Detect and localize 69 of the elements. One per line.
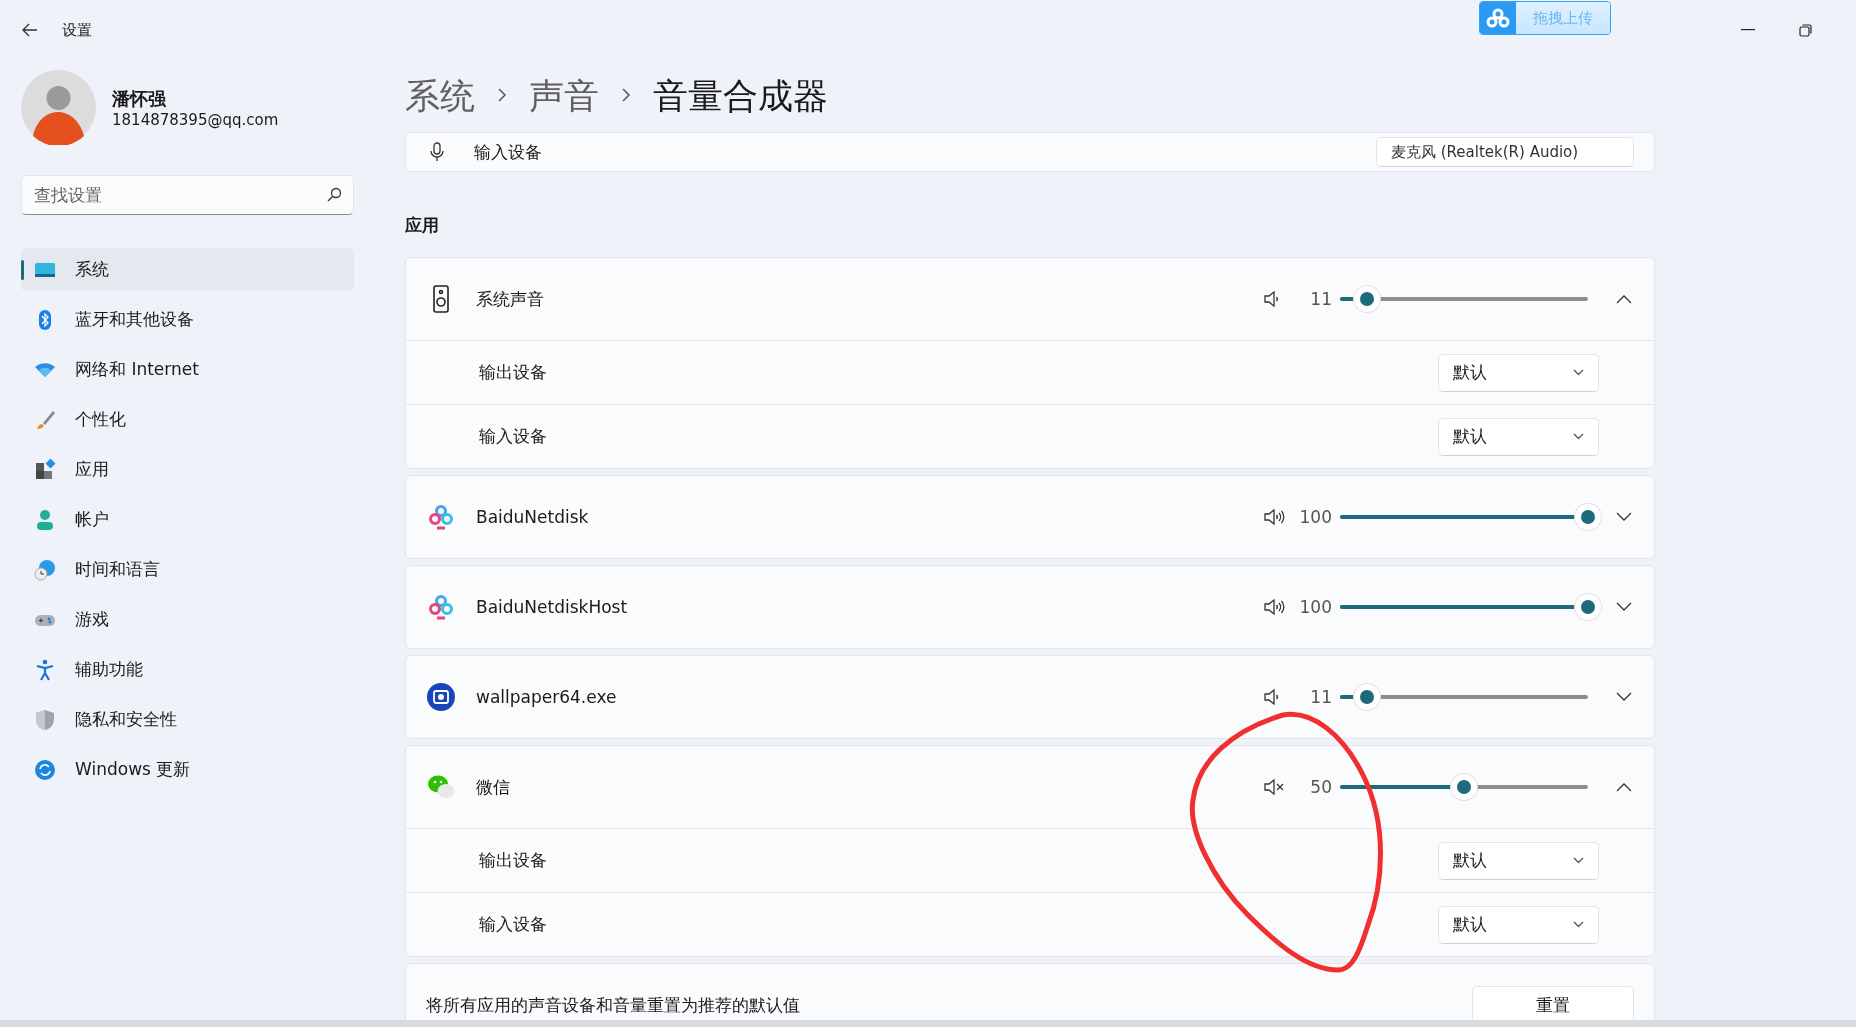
cloud-icon — [426, 592, 456, 622]
volume-reading: 100 — [1298, 597, 1332, 617]
sidebar-item[interactable]: 系统 — [21, 248, 354, 291]
sidebar-item[interactable]: 辅助功能 — [21, 648, 354, 691]
chevron-down-icon — [1573, 433, 1584, 440]
volume-icon[interactable] — [1264, 598, 1286, 616]
device-dropdown[interactable]: 默认 — [1438, 353, 1599, 392]
restore-icon[interactable] — [1799, 23, 1812, 37]
search-field[interactable]: 查找设置 — [21, 175, 354, 215]
sidebar-item[interactable]: 隐私和安全性 — [21, 698, 354, 741]
back-icon[interactable] — [22, 23, 38, 37]
search-icon[interactable] — [327, 187, 342, 202]
section-title: 应用 — [405, 214, 440, 237]
sync-icon — [34, 758, 56, 781]
reset-button[interactable]: 重置 — [1472, 986, 1634, 1020]
chevron-down-icon — [1573, 921, 1584, 928]
row-label: 输出设备 — [479, 849, 547, 872]
sidebar-item[interactable]: 时间和语言 — [21, 548, 354, 591]
chevron-down-icon[interactable] — [1616, 512, 1632, 522]
sidebar-item[interactable]: 个性化 — [21, 398, 354, 441]
row-label: 输入设备 — [474, 140, 542, 164]
app-name: BaiduNetdisk — [476, 507, 589, 527]
page-title: 音量合成器 — [653, 74, 828, 118]
selection-indicator — [21, 260, 24, 280]
cloud-icon — [1486, 8, 1510, 28]
row-label: 输入设备 — [479, 913, 547, 936]
volume-reading: 100 — [1298, 507, 1332, 527]
app-name: 微信 — [476, 775, 510, 799]
sidebar-item[interactable]: 蓝牙和其他设备 — [21, 298, 354, 341]
device-dropdown[interactable]: 默认 — [1438, 417, 1599, 456]
volume-reading: 50 — [1309, 777, 1332, 797]
app-name: wallpaper64.exe — [476, 687, 617, 707]
chevron-down-icon — [1573, 857, 1584, 864]
chevron-up-icon[interactable] — [1616, 294, 1632, 304]
chevron-up-icon[interactable] — [1616, 782, 1632, 792]
chevron-down-icon[interactable] — [1616, 692, 1632, 702]
sidebar-item[interactable]: 帐户 — [21, 498, 354, 541]
minimize-icon[interactable] — [1741, 29, 1755, 31]
microphone-icon — [428, 142, 446, 162]
brush-icon — [34, 408, 56, 431]
breadcrumb-link[interactable]: 声音 — [529, 72, 599, 120]
device-dropdown[interactable]: 麦克风 (Realtek(R) Audio) — [1376, 137, 1634, 167]
row-label: 输入设备 — [479, 425, 547, 448]
chevron-down-icon[interactable] — [1616, 602, 1632, 612]
cloud-icon — [426, 502, 456, 532]
sidebar-item[interactable]: 游戏 — [21, 598, 354, 641]
app-name: 系统声音 — [476, 287, 544, 311]
mute-icon[interactable] — [1264, 778, 1286, 796]
user-email: 1814878395@qq.com — [112, 110, 279, 129]
volume-reading: 11 — [1309, 289, 1332, 309]
app-name: BaiduNetdiskHost — [476, 597, 628, 617]
volume-icon[interactable] — [1264, 508, 1286, 526]
apps-icon — [34, 458, 56, 481]
sidebar-item[interactable]: Windows 更新 — [21, 748, 354, 791]
person-icon — [34, 508, 56, 531]
globe-clock-icon — [34, 558, 56, 581]
volume-reading: 11 — [1309, 687, 1332, 707]
device-dropdown[interactable]: 默认 — [1438, 905, 1599, 944]
window-title: 设置 — [62, 20, 92, 40]
user-name: 潘怀强 — [112, 86, 167, 111]
sidebar-item[interactable]: 网络和 Internet — [21, 348, 354, 391]
accessibility-icon — [34, 658, 56, 681]
sidebar-item[interactable]: 应用 — [21, 448, 354, 491]
breadcrumb-link[interactable]: 系统 — [405, 72, 475, 120]
chevron-down-icon — [1573, 369, 1584, 376]
row-label: 输出设备 — [479, 361, 547, 384]
reset-description: 将所有应用的声音设备和音量重置为推荐的默认值 — [426, 994, 800, 1017]
shield-icon — [34, 708, 56, 731]
device-dropdown[interactable]: 默认 — [1438, 841, 1599, 880]
